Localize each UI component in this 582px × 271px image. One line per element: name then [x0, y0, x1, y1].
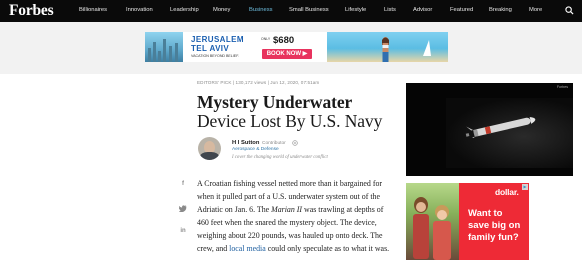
vessel-name: Marian II: [271, 205, 303, 214]
article-title: Mystery Underwater: [197, 92, 353, 112]
author-name[interactable]: H I Sutton: [232, 140, 259, 146]
search-icon[interactable]: [565, 6, 574, 15]
nav-item-lists[interactable]: Lists: [384, 7, 396, 13]
child-figure-image: [413, 197, 429, 259]
banner-ad[interactable]: JERUSALEM TEL AVIV VACATION BEYOND BELIE…: [145, 32, 448, 62]
nav-item-breaking[interactable]: Breaking: [489, 7, 512, 13]
banner-ad-city-2: TEL AVIV: [191, 44, 230, 53]
article-body: A Croatian fishing vessel netted more th…: [197, 177, 403, 255]
banner-ad-price-prefix: ONLY: [261, 37, 271, 41]
banner-ad-city-1: JERUSALEM: [191, 35, 244, 44]
banner-ad-panel: JERUSALEM TEL AVIV VACATION BEYOND BELIE…: [183, 32, 327, 62]
sailboat-image: [423, 40, 431, 56]
city-skyline-image: [145, 32, 183, 62]
article-meta: EDITORS' PICK | 130,172 views | Jun 12, …: [197, 80, 320, 85]
author-tagline: I cover the changing world of underwater…: [232, 155, 328, 160]
nav-item-more[interactable]: More: [529, 7, 542, 13]
nav-item-featured[interactable]: Featured: [450, 7, 473, 13]
author-section-link[interactable]: Aerospace & Defense: [232, 147, 279, 152]
torpedo-image: [465, 117, 536, 138]
local-media-link[interactable]: local media: [229, 244, 266, 253]
dollar-logo: dollar.: [495, 187, 519, 197]
banner-ad-tagline: VACATION BEYOND BELIEF.: [191, 54, 239, 58]
woman-figure-image: [382, 37, 389, 62]
dollar-ad[interactable]: dollar. Want to save big on family fun?: [406, 183, 529, 260]
body-line: when it pulled part of a U.S. underwater…: [197, 192, 380, 201]
nav-item-leadership[interactable]: Leadership: [170, 7, 199, 13]
video-ad-brand: Forbes: [556, 85, 568, 89]
article-title-line-2: Device Lost By U.S. Navy: [197, 111, 383, 131]
author-role: Contributor: [262, 140, 286, 146]
body-line: A Croatian fishing vessel netted more th…: [197, 179, 383, 188]
twitter-icon[interactable]: [179, 205, 187, 212]
follow-icon[interactable]: [292, 140, 298, 146]
nav-item-innovation[interactable]: Innovation: [126, 7, 153, 13]
body-line: crew, and local media could only specula…: [197, 244, 390, 253]
nav-item-business[interactable]: Business: [249, 7, 273, 13]
linkedin-icon[interactable]: in: [179, 228, 187, 234]
dollar-ad-headline-3: family fun?: [468, 232, 519, 243]
top-nav: Forbes Billionaires Innovation Leadershi…: [0, 0, 582, 22]
nav-item-lifestyle[interactable]: Lifestyle: [345, 7, 366, 13]
body-line: 460 feet when the snared the mystery obj…: [197, 218, 377, 227]
nav-item-billionaires[interactable]: Billionaires: [79, 7, 107, 13]
nav-item-money[interactable]: Money: [213, 7, 230, 13]
family-photo-image: [406, 183, 459, 260]
banner-ad-price: $680: [273, 35, 295, 46]
dollar-ad-headline-1: Want to: [468, 208, 503, 219]
dollar-ad-headline-2: save big on: [468, 220, 521, 231]
beach-image: [327, 32, 448, 62]
adchoices-icon[interactable]: [522, 184, 528, 190]
body-line: weighing about 220 pounds, was hauled up…: [197, 231, 383, 240]
facebook-icon[interactable]: f: [179, 181, 187, 187]
forbes-logo[interactable]: Forbes: [9, 2, 54, 20]
nav-item-advisor[interactable]: Advisor: [413, 7, 432, 13]
author-avatar[interactable]: [198, 137, 221, 160]
child-figure-image: [433, 205, 451, 260]
body-line: Adriatic on Jan. 6. The Marian II was tr…: [197, 205, 384, 214]
nav-item-small-business[interactable]: Small Business: [289, 7, 329, 13]
book-now-button[interactable]: BOOK NOW ▶: [262, 49, 312, 59]
